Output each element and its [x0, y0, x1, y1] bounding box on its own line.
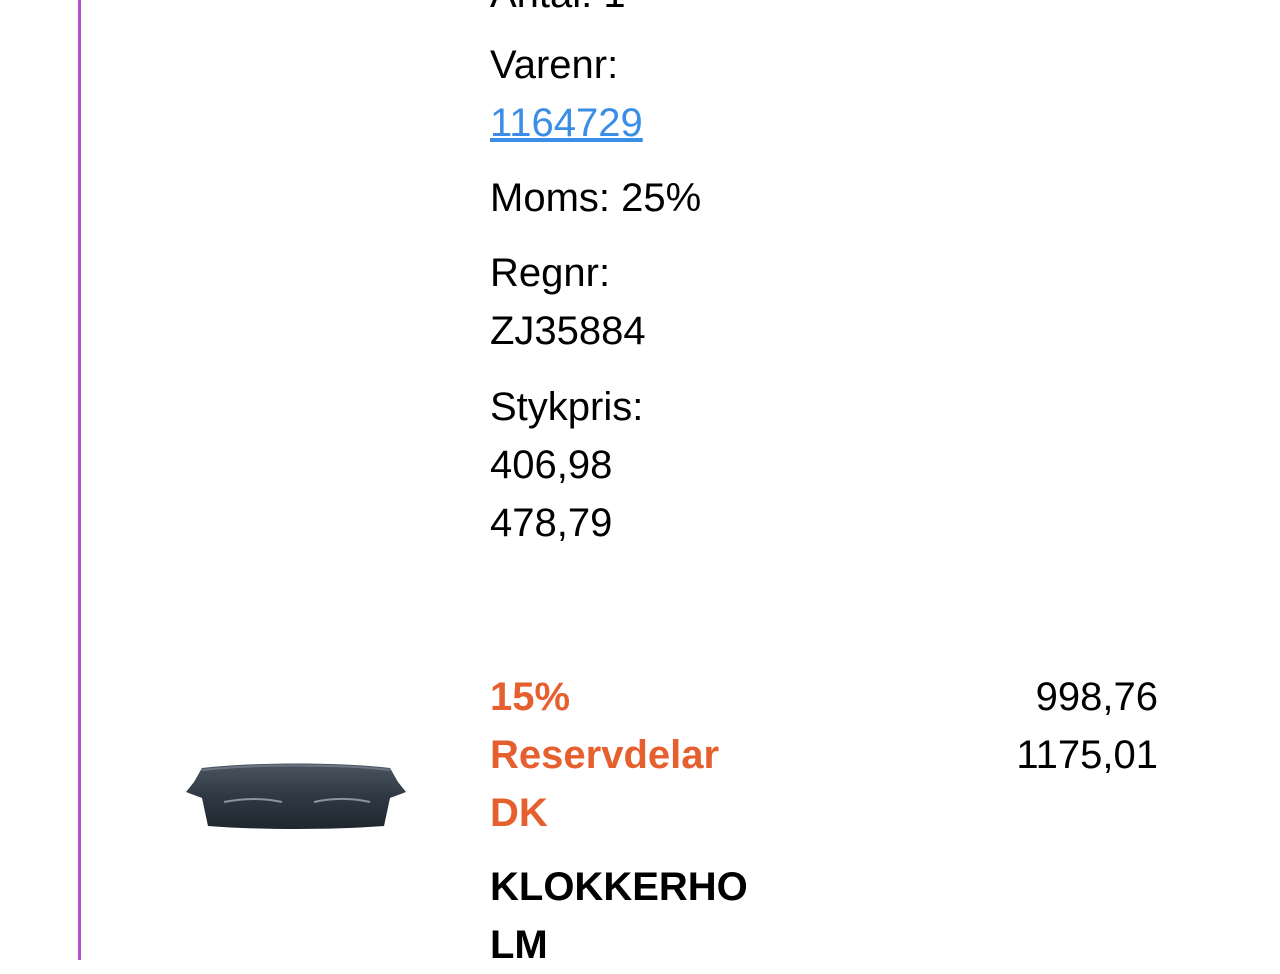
regnr-value: ZJ35884 [490, 309, 646, 353]
discount-label: 15% [490, 675, 571, 719]
price-incl-vat: 1175,01 [1016, 733, 1158, 777]
varenr-link[interactable]: 1164729 [490, 94, 643, 152]
seller-name-line1: Reservdelar [490, 733, 720, 777]
stykpris-label: Stykpris: [490, 385, 644, 429]
left-border-line [78, 0, 81, 960]
regnr-label: Regnr: [490, 251, 611, 295]
stykpris-excl-vat: 406,98 [490, 443, 613, 487]
antal-text: Antal: 1 [490, 0, 626, 23]
price-excl-vat: 998,76 [1035, 675, 1158, 719]
moms-text: Moms: 25% [490, 176, 702, 220]
stykpris-incl-vat: 478,79 [490, 501, 613, 545]
varenr-label: Varenr: [490, 43, 619, 87]
seller-name-line2: DK [490, 791, 548, 835]
product-name-line1: KLOKKERHO [490, 865, 748, 909]
product-name-line2: LM [490, 923, 548, 967]
car-trunk-lid-image[interactable] [184, 762, 408, 830]
